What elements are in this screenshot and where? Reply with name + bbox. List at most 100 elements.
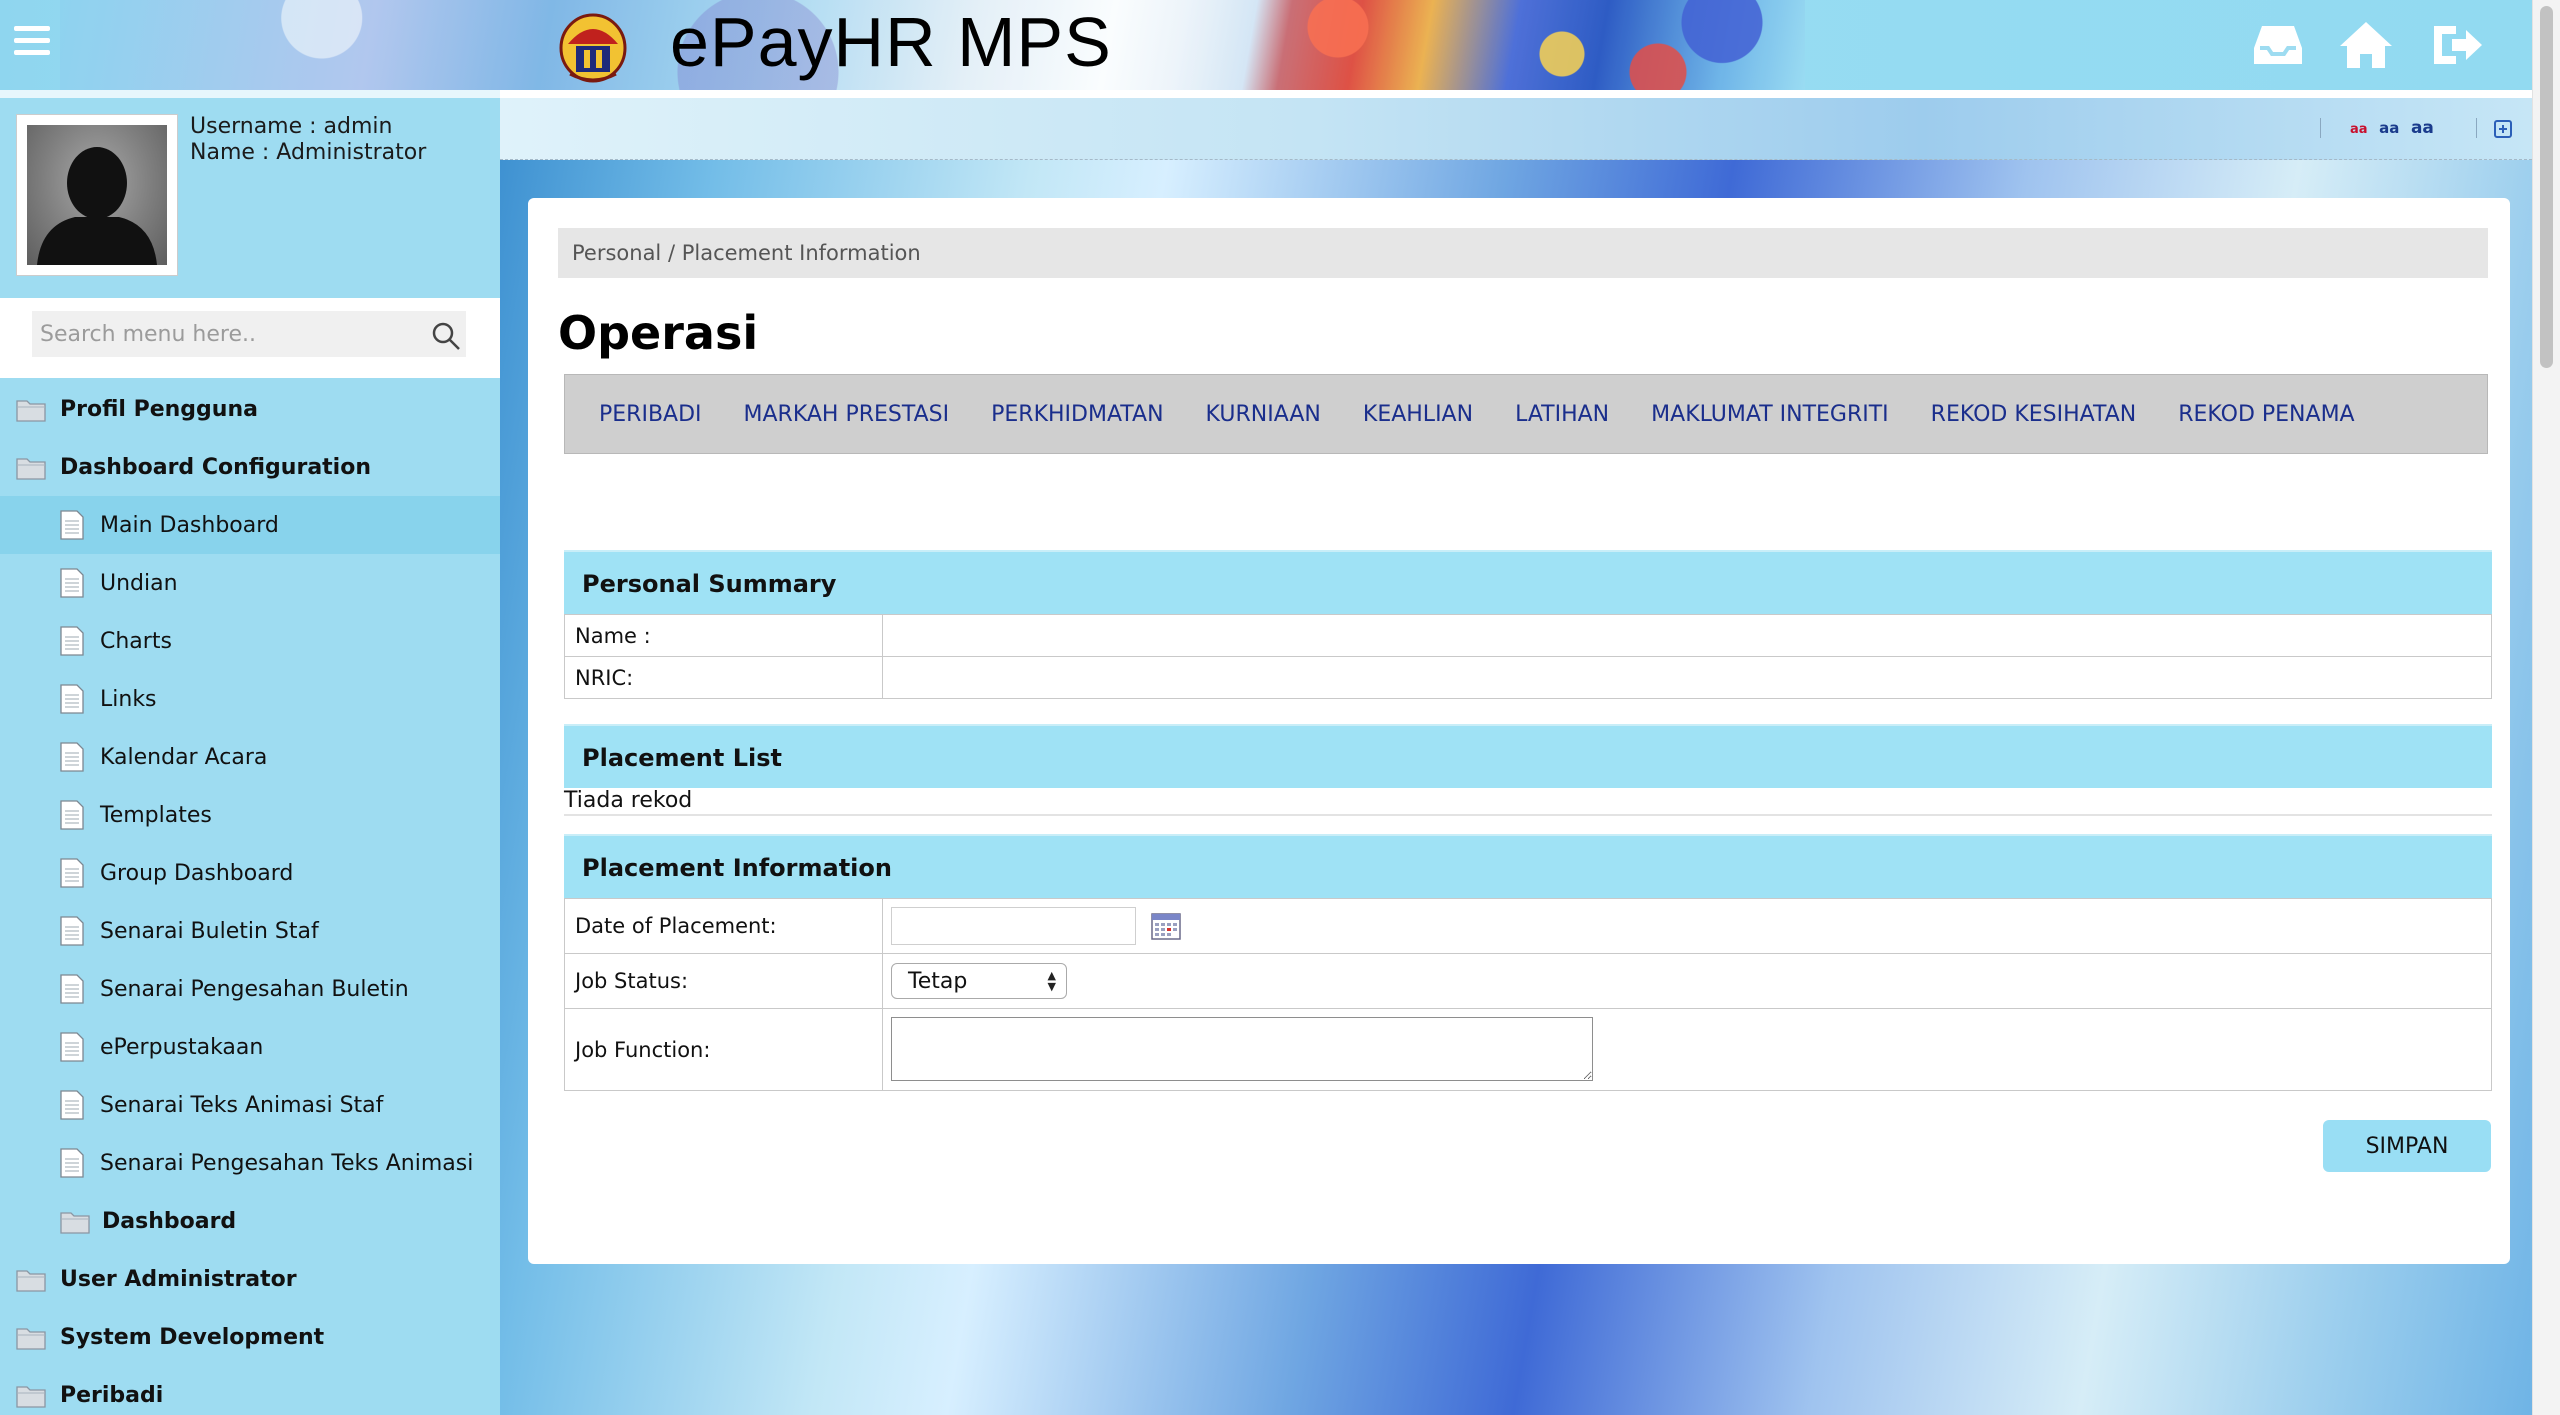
app-header: ePayHR MPS (0, 0, 2532, 90)
folder-icon (16, 1324, 46, 1350)
tab-latihan[interactable]: LATIHAN (1515, 402, 1609, 427)
folder-icon (16, 396, 46, 422)
date-of-placement-label: Date of Placement: (564, 898, 883, 954)
sidebar-item-undian[interactable]: Undian (0, 554, 500, 612)
username-label: Username : admin (190, 114, 393, 139)
date-of-placement-cell (882, 898, 2492, 954)
job-status-select[interactable]: Tetap ▲ ▼ (891, 963, 1067, 999)
sidebar-item-dashboard[interactable]: Dashboard (0, 1192, 500, 1250)
page-scrollbar[interactable] (2532, 0, 2560, 1415)
tab-kurniaan[interactable]: KURNIAAN (1206, 402, 1321, 427)
app-title: ePayHR MPS (670, 3, 1112, 81)
font-size-large-button[interactable]: aa (2411, 118, 2434, 138)
content-toolbar (500, 98, 2532, 160)
sidebar-item-label: ePerpustakaan (100, 1034, 264, 1060)
tab-markah-prestasi[interactable]: MARKAH PRESTASI (744, 402, 950, 427)
document-icon (60, 510, 84, 540)
avatar (16, 114, 178, 276)
page-title: Operasi (558, 306, 759, 360)
menu-icon[interactable] (14, 26, 50, 62)
document-icon (60, 974, 84, 1004)
sidebar-item-label: Main Dashboard (100, 512, 279, 538)
date-of-placement-input[interactable] (891, 907, 1136, 945)
sidebar-item-label: Senarai Pengesahan Teks Animasi (100, 1150, 474, 1176)
list-divider (564, 814, 2492, 816)
sidebar-item-charts[interactable]: Charts (0, 612, 500, 670)
font-size-medium-button[interactable]: aa (2379, 119, 2399, 137)
sidebar-item-senarai-teks-animasi-staf[interactable]: Senarai Teks Animasi Staf (0, 1076, 500, 1134)
tab-perkhidmatan[interactable]: PERKHIDMATAN (991, 402, 1163, 427)
save-button[interactable]: SIMPAN (2323, 1120, 2491, 1172)
home-icon[interactable] (2338, 20, 2394, 70)
sidebar-item-label: Links (100, 686, 157, 712)
sidebar-item-label: Templates (100, 802, 212, 828)
search-icon[interactable] (430, 320, 462, 352)
sidebar-item-label: Undian (100, 570, 178, 596)
sidebar-item-label: Senarai Buletin Staf (100, 918, 319, 944)
sidebar-item-eperpustakaan[interactable]: ePerpustakaan (0, 1018, 500, 1076)
sidebar-item-label: System Development (60, 1324, 325, 1350)
sidebar-item-label: Profil Pengguna (60, 396, 258, 422)
tab-rekod-kesihatan[interactable]: REKOD KESIHATAN (1931, 402, 2137, 427)
sidebar-menu: Profil Pengguna Dashboard Configuration Ma… (0, 380, 500, 1415)
sidebar-item-group-dashboard[interactable]: Group Dashboard (0, 844, 500, 902)
sidebar-item-label: Senarai Teks Animasi Staf (100, 1092, 384, 1118)
placement-list-heading: Placement List (564, 724, 2492, 788)
folder-icon (16, 1382, 46, 1408)
tab-maklumat-integriti[interactable]: MAKLUMAT INTEGRITI (1651, 402, 1889, 427)
tab-rekod-penama[interactable]: REKOD PENAMA (2178, 402, 2354, 427)
main-panel: Personal / Placement Information Operasi… (528, 198, 2510, 1264)
folder-icon (16, 1266, 46, 1292)
job-status-value: Tetap (908, 968, 968, 994)
name-label: Name : Administrator (190, 140, 427, 165)
logo-emblem (559, 13, 627, 83)
tab-keahlian[interactable]: KEAHLIAN (1363, 402, 1473, 427)
sidebar-item-senarai-pengesahan-buletin[interactable]: Senarai Pengesahan Buletin (0, 960, 500, 1018)
folder-icon (60, 1208, 90, 1234)
logout-icon[interactable] (2430, 20, 2486, 70)
sidebar-item-profil-pengguna[interactable]: Profil Pengguna (0, 380, 500, 438)
document-icon (60, 916, 84, 946)
sidebar-item-label: Senarai Pengesahan Buletin (100, 976, 409, 1002)
document-icon (60, 742, 84, 772)
calendar-icon[interactable] (1150, 912, 1181, 940)
sidebar-item-kalendar-acara[interactable]: Kalendar Acara (0, 728, 500, 786)
sidebar-item-label: Peribadi (60, 1382, 164, 1408)
document-icon (60, 1090, 84, 1120)
sidebar-item-senarai-pengesahan-teks-animasi[interactable]: Senarai Pengesahan Teks Animasi (0, 1134, 500, 1192)
search-input[interactable] (32, 311, 466, 357)
sidebar-item-system-development[interactable]: System Development (0, 1308, 500, 1366)
expand-icon[interactable] (2494, 120, 2512, 138)
font-size-small-button[interactable]: aa (2350, 122, 2368, 137)
personal-summary-table: Name : NRIC: (564, 614, 2492, 699)
personal-summary-heading: Personal Summary (564, 550, 2492, 614)
menu-search (0, 298, 500, 378)
tab-peribadi[interactable]: PERIBADI (599, 402, 702, 427)
avatar-silhouette-icon (37, 147, 157, 265)
sidebar: Username : admin Name : Administrator Pr… (0, 90, 500, 1415)
document-icon (60, 1148, 84, 1178)
inbox-icon[interactable] (2250, 20, 2306, 70)
toolbar-divider (2320, 118, 2321, 138)
document-icon (60, 1032, 84, 1062)
sidebar-item-peribadi[interactable]: Peribadi (0, 1366, 500, 1415)
job-status-label: Job Status: (564, 953, 883, 1009)
sidebar-item-main-dashboard[interactable]: Main Dashboard (0, 496, 500, 554)
job-function-textarea[interactable] (891, 1017, 1593, 1081)
document-icon (60, 626, 84, 656)
sidebar-item-senarai-buletin-staf[interactable]: Senarai Buletin Staf (0, 902, 500, 960)
sidebar-item-label: Dashboard (102, 1208, 237, 1234)
select-arrows-icon: ▲ ▼ (1047, 969, 1056, 993)
name-value (882, 614, 2492, 657)
placement-information-form: Date of Placement: Job Status: Tetap ▲ ▼… (564, 898, 2492, 1091)
tab-bar: PERIBADI MARKAH PRESTASI PERKHIDMATAN KURNI… (564, 374, 2488, 454)
sidebar-item-user-administrator[interactable]: User Administrator (0, 1250, 500, 1308)
document-icon (60, 684, 84, 714)
name-label: Name : (564, 614, 883, 657)
scrollbar-thumb[interactable] (2540, 6, 2553, 368)
font-size-controls: aa aa aa (2350, 118, 2440, 138)
nric-label: NRIC: (564, 656, 883, 699)
sidebar-item-templates[interactable]: Templates (0, 786, 500, 844)
sidebar-item-dashboard-configuration[interactable]: Dashboard Configuration (0, 438, 500, 496)
sidebar-item-links[interactable]: Links (0, 670, 500, 728)
